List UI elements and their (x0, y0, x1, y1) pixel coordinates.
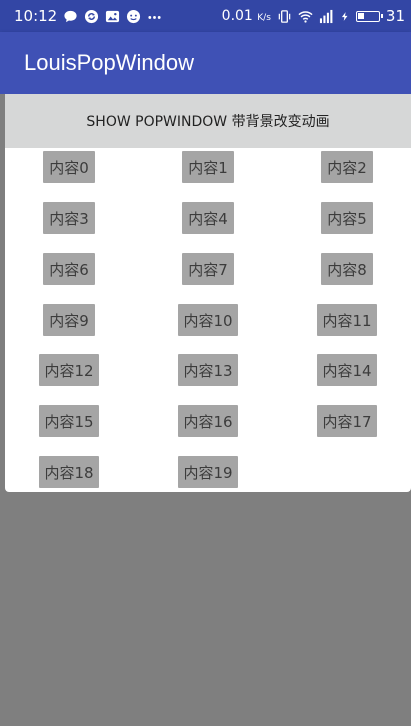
popup-item[interactable]: 内容16 (178, 405, 238, 437)
popup-item[interactable]: 内容18 (39, 456, 99, 488)
status-bar: 10:12 0.01 K/s 31 (0, 0, 411, 32)
popup-item[interactable]: 内容5 (321, 202, 373, 234)
app-title: LouisPopWindow (24, 50, 194, 75)
popup-item[interactable]: 内容9 (43, 304, 95, 336)
signal-icon (319, 9, 333, 23)
popup-item[interactable]: 内容1 (182, 151, 234, 183)
popup-window: 内容0 内容1 内容2 内容3 内容4 内容5 内容6 内容7 内容8 内容9 内容10 内容11 内容… (5, 148, 411, 492)
popup-item[interactable]: 内容11 (317, 304, 377, 336)
popup-item[interactable]: 内容3 (43, 202, 95, 234)
popup-item[interactable]: 内容12 (39, 354, 99, 386)
popup-item[interactable]: 内容14 (317, 354, 377, 386)
popup-item[interactable]: 内容0 (43, 151, 95, 183)
popup-item[interactable]: 内容6 (43, 253, 95, 285)
battery-fill (357, 12, 364, 19)
battery-percent: 31 (385, 7, 405, 25)
popup-item[interactable]: 内容10 (178, 304, 238, 336)
more-icon (148, 15, 161, 19)
photo-icon (106, 10, 120, 22)
emoji-icon (127, 9, 141, 23)
battery-icon (355, 10, 383, 22)
network-speed: 0.01 K/s (222, 8, 271, 24)
network-speed-value: 0.01 (221, 8, 253, 24)
vibrate-icon (278, 9, 291, 23)
popup-item[interactable]: 内容19 (178, 456, 238, 488)
popup-item[interactable]: 内容13 (178, 354, 238, 386)
status-bar-left: 10:12 (14, 7, 162, 25)
popup-item[interactable]: 内容4 (182, 202, 234, 234)
chat-icon (64, 10, 77, 22)
charging-icon (341, 11, 348, 21)
show-popwindow-button[interactable]: SHOW POPWINDOW 带背景改变动画 (5, 94, 411, 148)
status-time: 10:12 (14, 7, 58, 25)
popup-item[interactable]: 内容15 (39, 405, 99, 437)
wifi-icon (298, 10, 313, 23)
popup-item[interactable]: 内容17 (317, 405, 377, 437)
popup-item[interactable]: 内容2 (321, 151, 373, 183)
sync-icon (85, 9, 99, 23)
popup-item[interactable]: 内容8 (321, 253, 373, 285)
app-bar: LouisPopWindow (0, 32, 411, 94)
popup-item[interactable]: 内容7 (182, 253, 234, 285)
network-speed-unit: K/s (257, 13, 271, 23)
status-bar-right: 0.01 K/s 31 (222, 7, 405, 25)
